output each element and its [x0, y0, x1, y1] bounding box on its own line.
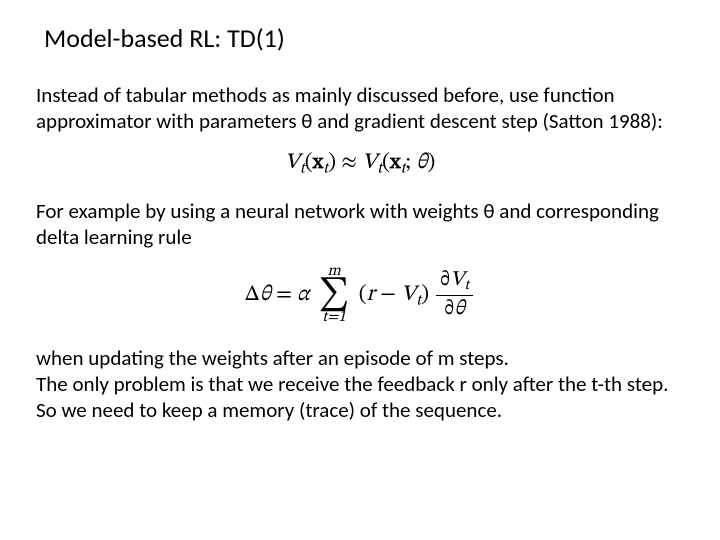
sum-symbol: m ∑ t=1	[319, 264, 350, 325]
eq1-xsub-rhs: t	[401, 160, 406, 176]
num-sub: t	[464, 278, 469, 293]
eq1-V-rhs: V	[362, 152, 377, 174]
eq1-sub-t-rhs: t	[377, 160, 382, 176]
den-theta: θ	[454, 298, 465, 319]
equation-2-block: Δθ = α m ∑ t=1 (r − Vt) ∂Vt ∂θ	[36, 264, 684, 325]
eq2-lparen: (	[359, 284, 367, 306]
equation-2: Δθ = α m ∑ t=1 (r − Vt) ∂Vt ∂θ	[245, 284, 475, 306]
frac-numerator: ∂Vt	[436, 267, 473, 296]
eq1-V-lhs: V	[285, 152, 300, 174]
eq2-Delta: Δ	[245, 284, 260, 306]
den-partial: ∂	[444, 298, 454, 319]
num-partial: ∂	[440, 269, 450, 290]
sum-lower: t=1	[319, 310, 350, 325]
eq2-alpha: α	[297, 284, 309, 306]
equation-1: Vt(xt) ≈ Vt(xt; θ)	[285, 152, 436, 174]
slide-title: Model-based RL: TD(1)	[44, 22, 684, 54]
eq2-equals: =	[276, 284, 292, 306]
closing-paragraph: when updating the weights after an episo…	[36, 345, 684, 424]
eq2-r: r	[367, 284, 375, 306]
eq2-minus: −	[375, 284, 401, 306]
intro-paragraph: Instead of tabular methods as mainly dis…	[36, 82, 684, 135]
equation-1-block: Vt(xt) ≈ Vt(xt; θ)	[36, 149, 684, 178]
eq1-theta: θ	[416, 152, 427, 174]
eq1-xsub-lhs: t	[323, 160, 328, 176]
eq1-x-rhs: x	[390, 152, 401, 174]
eq1-x-lhs: x	[313, 152, 324, 174]
eq2-V: V	[401, 284, 416, 306]
eq2-theta-lhs: θ	[260, 284, 271, 306]
eq1-sub-t-lhs: t	[300, 160, 305, 176]
partial-fraction: ∂Vt ∂θ	[436, 267, 473, 322]
sigma-icon: ∑	[319, 280, 350, 310]
frac-denominator: ∂θ	[436, 296, 473, 322]
num-V: V	[450, 269, 464, 290]
eq2-rparen: )	[421, 284, 429, 306]
eq1-approx: ≈	[341, 152, 357, 174]
slide-root: Model-based RL: TD(1) Instead of tabular…	[0, 0, 720, 458]
second-paragraph: For example by using a neural network wi…	[36, 198, 684, 251]
